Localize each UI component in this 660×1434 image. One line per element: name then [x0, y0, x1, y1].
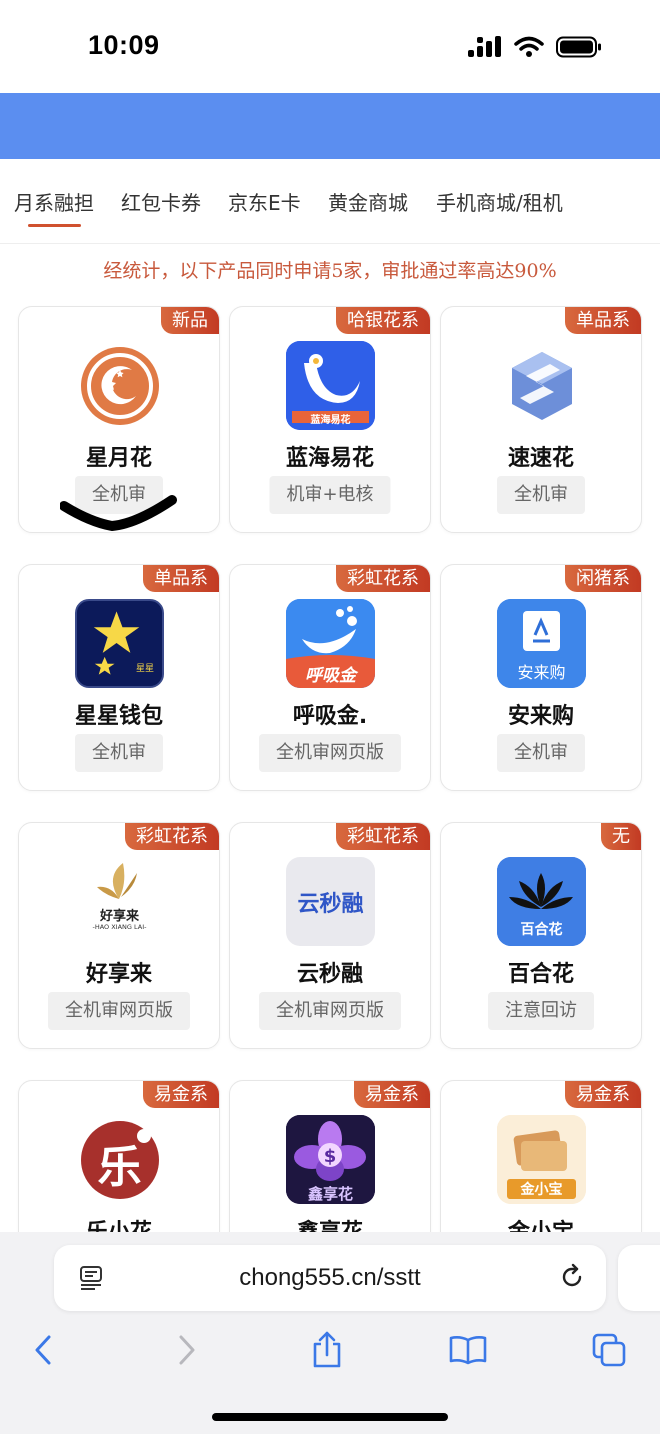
tab-hongbao-kaquan[interactable]: 红包卡券: [121, 187, 201, 216]
crescent-moon-icon: [75, 341, 164, 430]
logo-subtext: -HAO XIANG LAI-: [92, 923, 147, 931]
review-badge: 全机审网页版: [48, 992, 190, 1030]
svg-text:$: $: [324, 1146, 337, 1167]
bookmarks-icon[interactable]: [448, 1330, 488, 1370]
wallet-cards-icon: 金小宝: [497, 1115, 586, 1204]
active-tab-indicator: [28, 224, 81, 227]
header-banner: [0, 93, 660, 159]
status-bar: 10:09: [0, 0, 660, 93]
product-name: 鑫享花: [230, 1214, 430, 1232]
home-indicator: [212, 1413, 448, 1421]
lotus-icon: 百合花: [497, 857, 586, 946]
product-name: 乐小花: [19, 1214, 219, 1232]
category-tag: 哈银花系: [336, 307, 430, 334]
product-card[interactable]: 易金系 金小宝 金小宝: [440, 1080, 642, 1232]
document-icon: 安来购: [497, 599, 586, 688]
tab-gold-mall[interactable]: 黄金商城: [328, 187, 408, 216]
product-name: 星星钱包: [74, 704, 163, 729]
logo-text: 鑫享花: [307, 1185, 353, 1203]
product-card[interactable]: 无 百合花 百合花 注意回访: [440, 822, 642, 1049]
address-bar[interactable]: chong555.cn/sstt: [54, 1245, 606, 1311]
category-tag: 彩虹花系: [336, 565, 430, 592]
tab-yue-rongdan[interactable]: 月系融担: [14, 187, 94, 216]
back-icon[interactable]: [23, 1330, 63, 1370]
category-tabs: 月系融担 红包卡券 京东E卡 黄金商城 手机商城/租机: [0, 159, 660, 244]
next-tab-preview[interactable]: [618, 1245, 660, 1311]
logo-text: 好享来: [99, 909, 139, 924]
product-card[interactable]: 彩虹花系 呼吸金 呼吸金. 全机审网页版: [229, 564, 431, 791]
product-card[interactable]: 单品系 星星 星星钱包 全机审: [18, 564, 220, 791]
product-card[interactable]: 易金系 乐 乐小花: [18, 1080, 220, 1232]
tab-jd-ecard[interactable]: 京东E卡: [228, 187, 301, 216]
tabs-icon[interactable]: [589, 1330, 629, 1370]
logo-text: 云秒融: [297, 891, 364, 917]
product-name: 百合花: [507, 962, 574, 987]
product-name: 安来购: [507, 704, 574, 729]
butterfly-icon: 好享来 -HAO XIANG LAI-: [75, 857, 164, 946]
dollar-flower-icon: $ 鑫享花: [286, 1115, 375, 1204]
cloud-text-icon: 云秒融: [286, 857, 375, 946]
category-tag: 易金系: [565, 1081, 641, 1108]
category-tag: 新品: [161, 307, 219, 334]
logo-text: 呼吸金: [305, 666, 356, 686]
review-badge: 全机审: [75, 734, 163, 772]
category-tag: 单品系: [565, 307, 641, 334]
status-time: 10:09: [88, 30, 160, 60]
le-character-icon: 乐: [75, 1115, 164, 1204]
product-name: 速速花: [507, 446, 574, 471]
category-tag: 彩虹花系: [125, 823, 219, 850]
product-grid: 新品 星月花 全机审 哈银花系 蓝海易花 蓝海易花 机审+电核 单品系 速速花 …: [0, 290, 660, 1232]
review-badge: 全机审: [497, 734, 585, 772]
logo-text: 金小宝: [520, 1182, 563, 1198]
product-name: 星月花: [85, 446, 152, 471]
reload-icon[interactable]: [558, 1263, 586, 1295]
product-card[interactable]: 新品 星月花 全机审: [18, 306, 220, 533]
logo-text: 百合花: [520, 922, 563, 938]
product-name: 云秒融: [296, 962, 363, 987]
product-card[interactable]: 彩虹花系 云秒融 云秒融 全机审网页版: [229, 822, 431, 1049]
category-tag: 闲猪系: [565, 565, 641, 592]
product-card[interactable]: 哈银花系 蓝海易花 蓝海易花 机审+电核: [229, 306, 431, 533]
stars-icon: 星星: [75, 599, 164, 688]
product-card[interactable]: 闲猪系 安来购 安来购 全机审: [440, 564, 642, 791]
logo-text: 星星: [135, 664, 154, 674]
blue-wave-icon: 蓝海易花: [286, 341, 375, 430]
approval-notice: 经统计，以下产品同时申请5家，审批通过率高达90%: [103, 260, 557, 282]
browser-toolbar: chong555.cn/sstt: [0, 1232, 660, 1434]
status-icons: [468, 36, 602, 62]
cellular-signal-icon: [468, 36, 502, 62]
logo-text: 安来购: [517, 663, 566, 682]
product-name: 金小宝: [441, 1214, 641, 1232]
url-text: chong555.cn/sstt: [239, 1264, 421, 1291]
logo-text: 蓝海易花: [310, 415, 351, 426]
battery-icon: [556, 36, 602, 62]
category-tag: 单品系: [143, 565, 219, 592]
review-badge: 全机审网页版: [259, 992, 401, 1030]
category-tag: 易金系: [354, 1081, 430, 1108]
product-card[interactable]: 单品系 速速花 全机审: [440, 306, 642, 533]
forward-icon[interactable]: [167, 1330, 207, 1370]
product-card[interactable]: 易金系 $ 鑫享花 鑫享花: [229, 1080, 431, 1232]
wifi-icon: [514, 36, 544, 62]
review-badge: 全机审: [75, 476, 163, 514]
review-badge: 机审+电核: [269, 476, 391, 514]
category-tag: 易金系: [143, 1081, 219, 1108]
tab-phone-mall[interactable]: 手机商城/租机: [436, 187, 563, 216]
category-tag: 彩虹花系: [336, 823, 430, 850]
product-name: 蓝海易花: [285, 446, 374, 471]
product-name: 好享来: [85, 962, 152, 987]
review-badge: 注意回访: [488, 992, 594, 1030]
share-icon[interactable]: [307, 1330, 347, 1370]
review-badge: 全机审: [497, 476, 585, 514]
product-name: 呼吸金.: [292, 704, 368, 729]
review-badge: 全机审网页版: [259, 734, 401, 772]
whale-icon: 呼吸金: [286, 599, 375, 688]
logo-text: 乐: [97, 1142, 142, 1193]
product-card[interactable]: 彩虹花系 好享来 -HAO XIANG LAI- 好享来 全机审网页版: [18, 822, 220, 1049]
category-tag: 无: [601, 823, 641, 850]
cube-s-icon: [497, 341, 586, 430]
